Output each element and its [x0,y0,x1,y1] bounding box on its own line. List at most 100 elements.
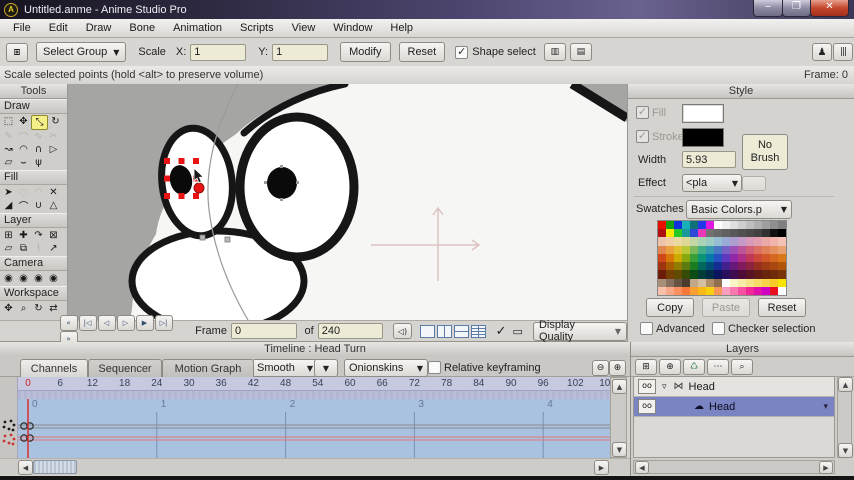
curvature-tool-icon[interactable]: ◠ [16,143,31,156]
swatch-7-0[interactable] [658,278,666,287]
swatch-4-0[interactable] [658,253,666,263]
swatch-5-4[interactable] [690,262,698,271]
swatch-0-13[interactable] [762,221,770,230]
swatch-4-10[interactable] [738,253,746,263]
translate-points-icon[interactable]: ✥ [16,115,31,128]
swatch-3-3[interactable] [682,245,690,254]
swatch-5-12[interactable] [754,262,762,271]
swatch-2-0[interactable] [658,237,666,246]
noise-tool-icon[interactable]: ψ [31,156,46,169]
layer-menu-icon[interactable]: ▾ [823,402,828,412]
swatch-7-4[interactable] [690,278,698,287]
scroll-down-icon[interactable]: ▼ [612,442,627,457]
swatch-5-14[interactable] [770,262,778,271]
select-group-dropdown[interactable]: Select Group ▼ [36,42,127,62]
view-single-icon[interactable] [419,324,435,338]
swatch-2-2[interactable] [674,237,682,246]
right-pupil[interactable] [267,167,297,199]
swatch-2-13[interactable] [762,237,770,246]
selection-mode-icon[interactable]: ⧆ [6,42,28,62]
swatch-8-14[interactable] [770,286,778,295]
swatch-1-7[interactable] [714,229,722,238]
swatch-3-5[interactable] [698,245,706,254]
tab-channels[interactable]: Channels [20,359,88,377]
modify-button[interactable]: Modify [340,42,391,62]
swatch-7-7[interactable] [714,278,722,287]
zoom-camera-icon[interactable]: ◉ [16,272,31,285]
advanced-checkbox[interactable] [640,322,653,335]
stroke-width-icon[interactable]: ⌒ [16,199,31,213]
swatch-3-13[interactable] [762,245,770,254]
swatch-5-7[interactable] [714,262,722,271]
swatch-5-10[interactable] [738,262,746,271]
layer-visibility-icon[interactable]: oo [638,399,656,414]
menu-animation[interactable]: Animation [164,19,231,37]
swatch-0-3[interactable] [682,221,690,230]
swatch-8-4[interactable] [690,286,698,295]
swatch-0-5[interactable] [698,221,706,230]
swatch-6-0[interactable] [658,270,666,279]
timeline-tracks[interactable]: 0 1 2 3 4 [18,399,610,458]
swatch-3-1[interactable] [666,245,674,254]
close-button[interactable]: ✕ [810,0,849,17]
swatch-7-3[interactable] [682,278,690,287]
swatch-4-7[interactable] [714,253,722,263]
tab-motion-graph[interactable]: Motion Graph [162,359,254,377]
rotate-layer-icon[interactable]: ↷ [31,229,46,242]
delete-shape-icon[interactable]: ✕ [46,186,61,199]
reset-button[interactable]: Reset [398,42,446,62]
eyedropper-icon[interactable]: ↗ [46,242,61,255]
menu-edit[interactable]: Edit [40,19,77,37]
swatch-4-4[interactable] [690,253,698,263]
keyframe-options-dropdown[interactable]: ▼ [314,359,338,377]
scale-layer-icon[interactable]: ⊠ [46,229,61,242]
swatch-3-11[interactable] [746,245,754,254]
track-camera-icon[interactable]: ◉ [1,272,16,285]
swatch-5-5[interactable] [698,262,706,271]
swatch-8-2[interactable] [674,286,682,295]
menu-view[interactable]: View [283,19,325,37]
swatch-2-15[interactable] [778,237,786,246]
swatch-1-4[interactable] [690,229,698,238]
swatch-5-6[interactable] [706,262,714,271]
menu-window[interactable]: Window [324,19,381,37]
no-brush-button[interactable]: No Brush [742,134,788,170]
enable-drawing-check-icon[interactable]: ✓ [496,324,507,339]
swatch-2-1[interactable] [666,237,674,246]
view-quad-icon[interactable] [470,324,486,338]
swatch-7-5[interactable] [698,278,706,287]
swatch-0-10[interactable] [738,221,746,230]
swatch-6-2[interactable] [674,270,682,279]
swatch-7-2[interactable] [674,278,682,287]
swatch-2-7[interactable] [714,237,722,246]
layer-row-head-bone-group[interactable]: oo ▿ ⋈ Head [634,377,834,397]
add-point-icon[interactable]: ↝ [1,143,16,156]
swatch-6-5[interactable] [698,270,706,279]
relative-keyframing-checkbox[interactable] [428,361,441,374]
scroll-up-icon[interactable]: ▲ [838,377,853,392]
swatch-7-15[interactable] [778,278,786,287]
swatch-7-12[interactable] [754,278,762,287]
scrollbar-thumb[interactable] [33,460,77,474]
swatch-8-5[interactable] [698,286,706,295]
scroll-left-icon[interactable]: ◀ [635,461,649,474]
swatch-5-8[interactable] [722,262,730,271]
swatch-7-10[interactable] [738,278,746,287]
scroll-up-icon[interactable]: ▲ [612,379,627,394]
view-split-vertical-icon[interactable] [436,324,452,338]
swatch-6-13[interactable] [762,270,770,279]
shape-tool-icon[interactable]: ▷ [46,143,61,156]
stroke-checkbox[interactable]: ✓ [636,130,649,143]
magnet-tool-icon[interactable]: ∩ [31,143,46,156]
swatch-0-1[interactable] [666,221,674,230]
swatch-6-4[interactable] [690,270,698,279]
swatch-5-9[interactable] [730,262,738,271]
previous-keyframe-button[interactable]: |◁ [78,315,97,331]
pan-workspace-icon[interactable]: ✥ [1,302,16,315]
swatch-3-0[interactable] [658,245,666,254]
swatch-4-1[interactable] [666,253,674,263]
swatch-0-9[interactable] [730,221,738,230]
menu-file[interactable]: File [4,19,40,37]
swatch-0-2[interactable] [674,221,682,230]
fill-checkbox[interactable]: ✓ [636,106,649,119]
